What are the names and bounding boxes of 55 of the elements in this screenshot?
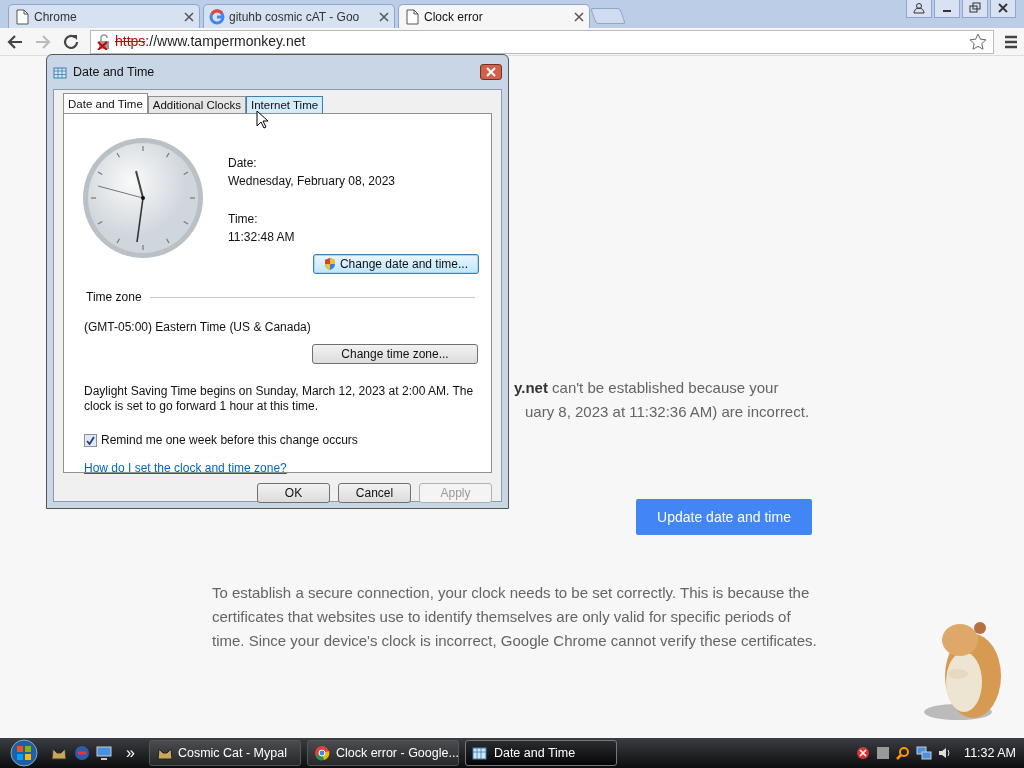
more-button[interactable]: »: [126, 741, 135, 765]
timezone-value: (GMT-05:00) Eastern Time (US & Canada): [84, 319, 312, 336]
search-icon[interactable]: [896, 746, 911, 760]
star-icon[interactable]: [969, 32, 987, 51]
taskbar-button[interactable]: Cosmic Cat - Mypal: [148, 740, 301, 766]
dialog-tab[interactable]: Internet Time: [246, 96, 324, 113]
browser-tab[interactable]: gituhb cosmic cAT - Goo: [203, 4, 395, 28]
page-icon: [14, 8, 30, 25]
checkbox-label: Remind me one week before this change occurs: [101, 432, 358, 449]
page-icon: [404, 8, 420, 25]
calendar-icon: [471, 745, 488, 761]
close-icon[interactable]: [184, 11, 194, 22]
section-heading: Time zone: [86, 289, 142, 306]
dialog-title: Date and Time: [73, 63, 155, 81]
time-label: Time:: [228, 211, 259, 228]
g-logo-icon: [209, 8, 225, 25]
close-icon[interactable]: [379, 11, 389, 22]
restore-icon[interactable]: [969, 2, 981, 14]
explanation-text: To establish a secure connection, your clock needs to be set correctly. This is because the certificates that websites use to identify themselves are only valid for specific periods of time. Since your device's clock is incorrect, Google Chrome cannot verify these certificates.: [212, 583, 817, 651]
dialog-button[interactable]: Cancel: [338, 483, 411, 503]
dialog-button[interactable]: OK: [257, 483, 330, 503]
message-text: uary 8, 2023 at 11:32:36 AM) are incorrect.: [524, 402, 810, 422]
clock-text[interactable]: 11:32 AM: [964, 743, 1016, 763]
calendar-icon: [53, 65, 67, 79]
change-date-button[interactable]: Change date and time...: [313, 254, 479, 274]
close-button[interactable]: [480, 64, 502, 80]
menu-icon[interactable]: [1004, 33, 1018, 50]
desktop-icon[interactable]: [96, 745, 112, 761]
close-icon[interactable]: [997, 2, 1009, 14]
date-label: Date:: [228, 155, 258, 172]
broken-lock-icon: [97, 33, 111, 50]
dst-note: Daylight Saving Time begins on Sunday, March 12, 2023 at 2:00 AM. The clock is set to go forward 1 hour at this time.: [84, 384, 474, 414]
dialog-tab[interactable]: Additional Clocks: [147, 96, 246, 113]
update-button[interactable]: Update date and time: [636, 499, 812, 535]
browser-tab[interactable]: Clock error: [398, 4, 590, 28]
url-text: https://www.tampermonkey.net: [115, 32, 306, 51]
date-value: Wednesday, February 08, 2023: [228, 173, 396, 190]
reload-icon[interactable]: [62, 32, 80, 51]
help-link[interactable]: How do I set the clock and time zone?: [84, 459, 287, 477]
volume-icon[interactable]: [938, 746, 953, 760]
dialog-tab[interactable]: Date and Time: [63, 93, 148, 113]
message-text: y.net can't be established because your: [514, 378, 780, 398]
time-value: 11:32:48 AM: [228, 229, 296, 246]
checkbox[interactable]: [84, 433, 97, 447]
change-timezone-button[interactable]: Change time zone...: [312, 344, 478, 364]
user-icon[interactable]: [913, 2, 925, 14]
back-icon[interactable]: [6, 32, 24, 51]
chrome-icon: [313, 745, 330, 761]
taskbar-button[interactable]: Clock error - Google...: [306, 740, 459, 766]
address-bar[interactable]: https://www.tampermonkey.net: [90, 29, 994, 54]
taskbar-button[interactable]: Date and Time: [464, 740, 617, 766]
network-icon[interactable]: [916, 746, 933, 760]
browser-tab[interactable]: Chrome: [8, 4, 200, 28]
close-icon: [486, 67, 496, 77]
close-icon[interactable]: [574, 11, 584, 22]
